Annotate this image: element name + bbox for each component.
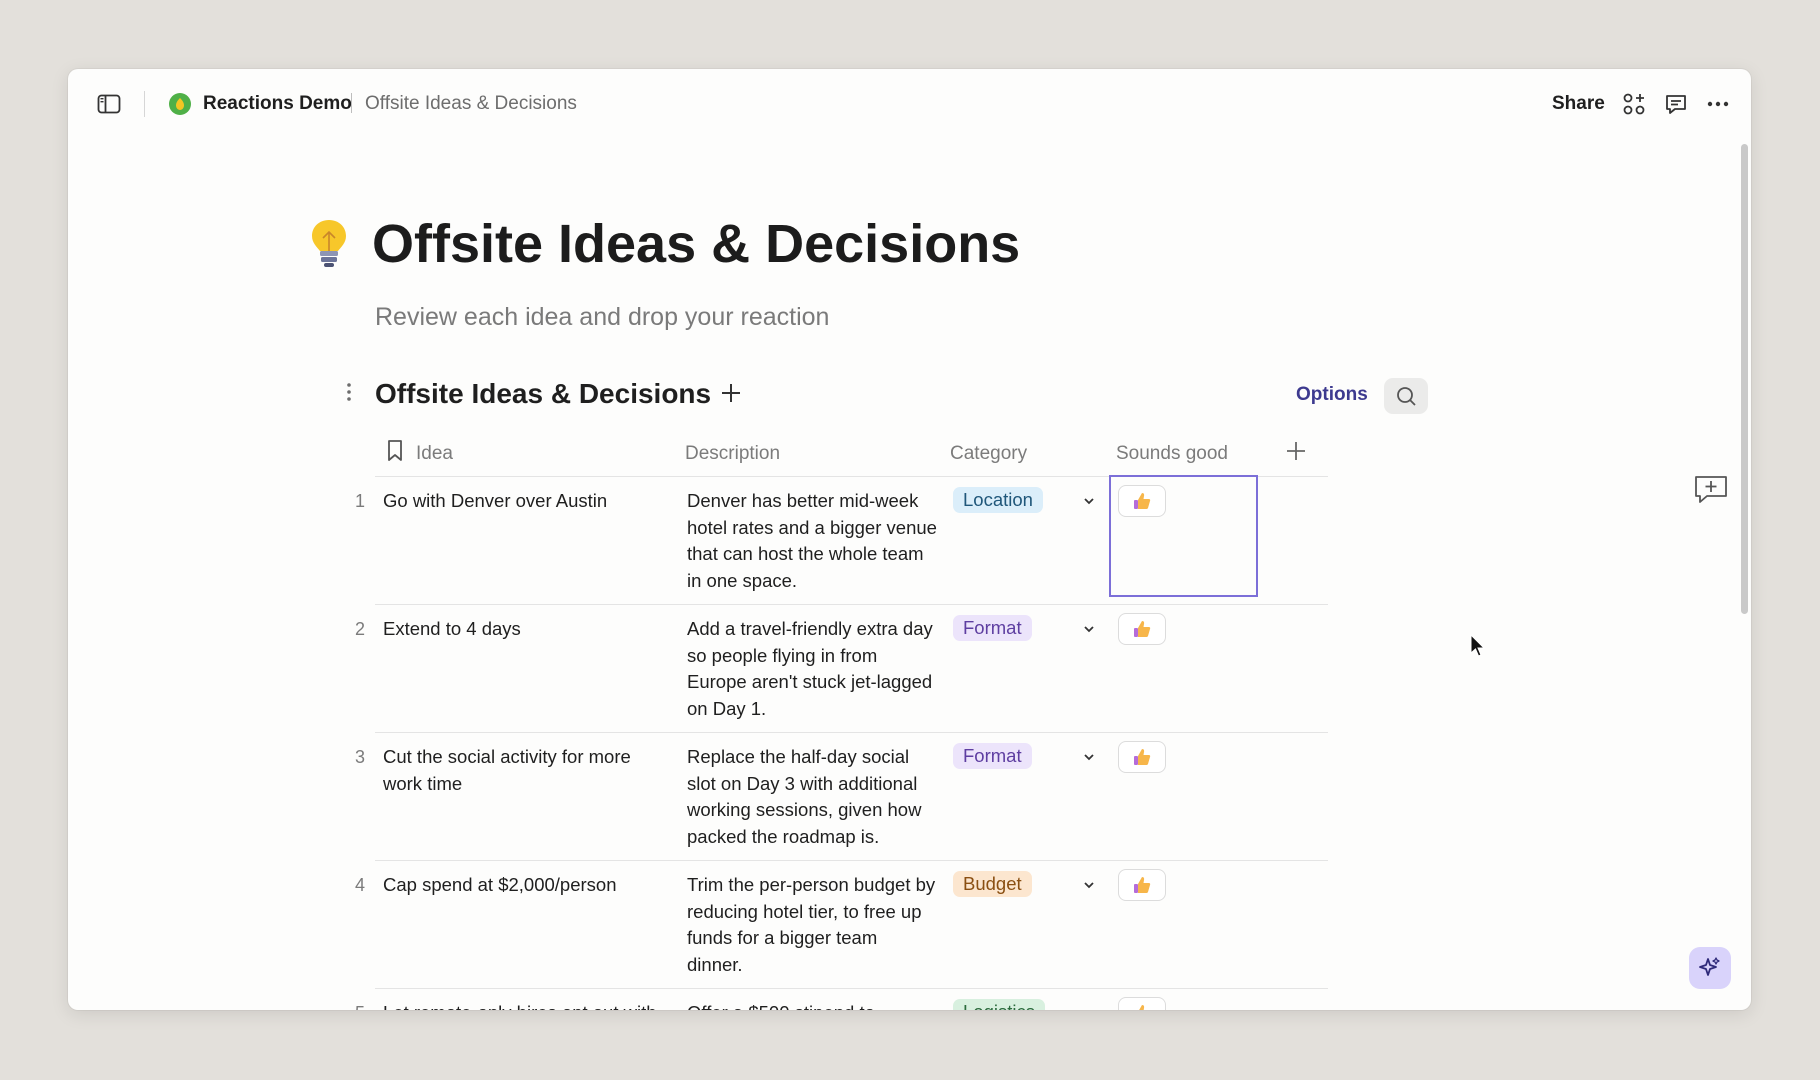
table-title[interactable]: Offsite Ideas & Decisions bbox=[375, 376, 711, 412]
row-number: 2 bbox=[354, 619, 365, 639]
search-icon bbox=[1397, 387, 1416, 406]
page-title[interactable]: Offsite Ideas & Decisions bbox=[372, 212, 1020, 276]
chevron-down-icon[interactable] bbox=[1082, 878, 1096, 892]
description-cell[interactable]: Add a travel-friendly extra day so peopl… bbox=[687, 616, 937, 722]
idea-cell[interactable]: Let remote-only hires opt out with bbox=[383, 1000, 663, 1010]
row-number: 5 bbox=[345, 1000, 365, 1010]
scrollbar[interactable] bbox=[1741, 144, 1748, 614]
idea-cell[interactable]: Cap spend at $2,000/person bbox=[383, 872, 663, 899]
chevron-down-icon[interactable] bbox=[1082, 494, 1096, 508]
category-pill[interactable]: Format bbox=[953, 743, 1032, 769]
row-number: 3 bbox=[354, 747, 365, 767]
idea-cell[interactable]: Cut the social activity for more work ti… bbox=[383, 744, 663, 797]
row-number: 4 bbox=[354, 875, 365, 895]
drag-handle-icon[interactable] bbox=[343, 382, 355, 402]
add-column-button[interactable] bbox=[1283, 438, 1309, 464]
thumbs-up-reaction-button[interactable] bbox=[1118, 613, 1166, 645]
doc-logo-icon bbox=[169, 93, 191, 115]
category-pill[interactable]: Logistics bbox=[953, 999, 1045, 1010]
thumbs-up-icon bbox=[1134, 877, 1151, 893]
breadcrumb-separator bbox=[351, 93, 352, 113]
description-cell[interactable]: Offer a $500 stipend to bbox=[687, 1000, 937, 1010]
column-header-category[interactable]: Category bbox=[950, 441, 1027, 467]
row-divider bbox=[375, 860, 1328, 861]
row-number: 1 bbox=[354, 491, 365, 511]
chevron-down-icon[interactable] bbox=[1082, 750, 1096, 764]
row-divider bbox=[375, 604, 1328, 605]
add-view-button[interactable] bbox=[718, 380, 744, 406]
bookmark-icon bbox=[386, 439, 404, 465]
options-button[interactable]: Options bbox=[1296, 383, 1368, 407]
column-header-sounds-good[interactable]: Sounds good bbox=[1116, 441, 1228, 467]
thumbs-up-reaction-button[interactable] bbox=[1118, 997, 1166, 1010]
sparkle-icon bbox=[1699, 957, 1720, 976]
add-comment-icon[interactable] bbox=[1693, 473, 1729, 505]
more-icon[interactable] bbox=[1704, 91, 1732, 117]
idea-cell[interactable]: Extend to 4 days bbox=[383, 616, 663, 643]
breadcrumb-page[interactable]: Offsite Ideas & Decisions bbox=[365, 91, 577, 117]
top-bar: Reactions Demo Offsite Ideas & Decisions… bbox=[68, 69, 1751, 139]
app-window: Reactions Demo Offsite Ideas & Decisions… bbox=[68, 69, 1751, 1010]
thumbs-up-icon bbox=[1134, 621, 1151, 637]
divider bbox=[144, 91, 145, 117]
chevron-down-icon[interactable] bbox=[1082, 622, 1096, 636]
column-header-idea[interactable]: Idea bbox=[416, 441, 453, 467]
light-bulb-icon[interactable] bbox=[309, 218, 349, 270]
page-subtitle[interactable]: Review each idea and drop your reaction bbox=[375, 300, 829, 334]
apps-icon[interactable] bbox=[1621, 91, 1647, 117]
mouse-cursor-icon bbox=[1470, 634, 1486, 657]
selected-cell-outline bbox=[1109, 475, 1258, 597]
category-pill[interactable]: Format bbox=[953, 615, 1032, 641]
comments-icon[interactable] bbox=[1663, 91, 1689, 117]
idea-cell[interactable]: Go with Denver over Austin bbox=[383, 488, 663, 515]
category-pill[interactable]: Location bbox=[953, 487, 1043, 513]
thumbs-up-reaction-button[interactable] bbox=[1118, 869, 1166, 901]
row-divider bbox=[375, 732, 1328, 733]
thumbs-up-reaction-button[interactable] bbox=[1118, 741, 1166, 773]
description-cell[interactable]: Replace the half-day social slot on Day … bbox=[687, 744, 937, 850]
sidebar-toggle-icon[interactable] bbox=[96, 91, 122, 117]
table-search-button[interactable] bbox=[1384, 378, 1428, 414]
description-cell[interactable]: Denver has better mid-week hotel rates a… bbox=[687, 488, 937, 594]
row-divider bbox=[375, 988, 1328, 989]
ai-assistant-button[interactable] bbox=[1689, 947, 1731, 989]
column-header-description[interactable]: Description bbox=[685, 441, 780, 467]
description-cell[interactable]: Trim the per-person budget by reducing h… bbox=[687, 872, 937, 978]
share-button[interactable]: Share bbox=[1552, 91, 1605, 117]
thumbs-up-icon bbox=[1139, 1005, 1145, 1010]
thumbs-up-icon bbox=[1134, 749, 1151, 765]
category-pill[interactable]: Budget bbox=[953, 871, 1032, 897]
breadcrumb-doc[interactable]: Reactions Demo bbox=[203, 91, 352, 117]
